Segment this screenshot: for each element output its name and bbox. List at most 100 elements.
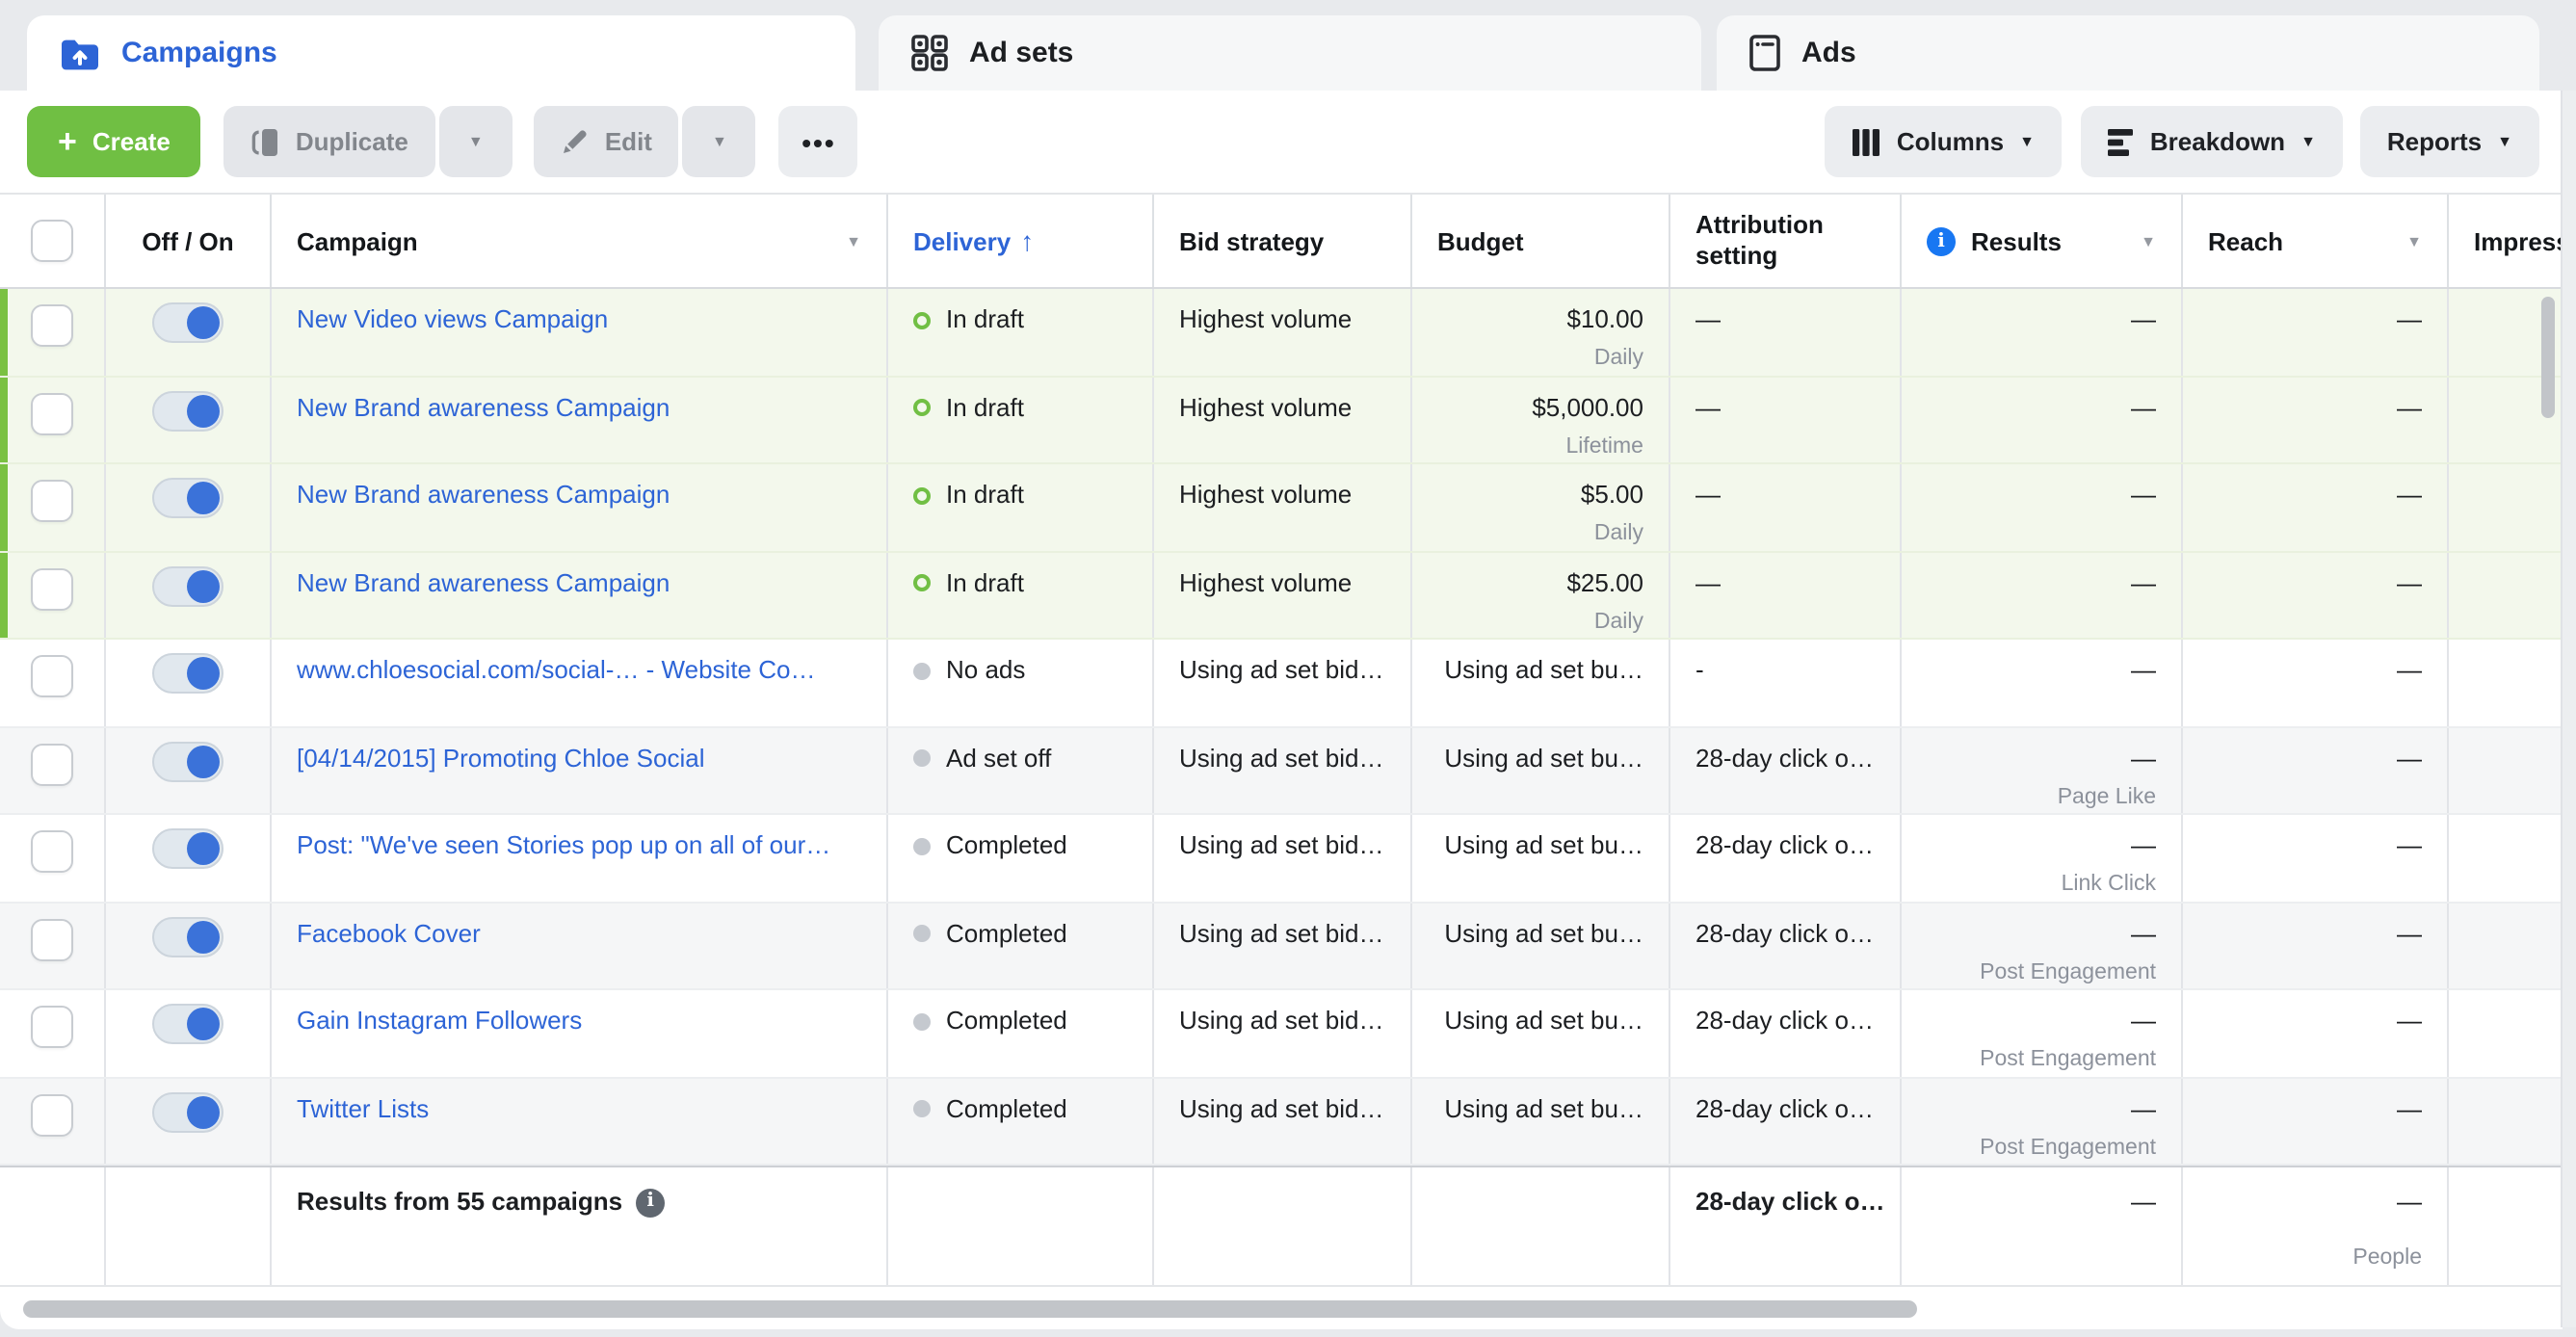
row-checkbox[interactable] (31, 392, 73, 434)
footer-attribution: 28-day click o… (1670, 1167, 1902, 1285)
info-icon (1927, 226, 1956, 255)
ellipsis-icon: ••• (802, 126, 836, 157)
campaign-cell: Post: "We've seen Stories pop up on all … (272, 815, 888, 901)
campaign-link[interactable]: New Brand awareness Campaign (297, 480, 670, 509)
campaign-on-off-toggle[interactable] (152, 302, 223, 343)
row-checkbox[interactable] (31, 1093, 73, 1136)
row-checkbox[interactable] (31, 830, 73, 873)
campaign-on-off-toggle[interactable] (152, 653, 223, 694)
row-toggle-cell (106, 289, 272, 375)
reports-button[interactable]: Reports (2359, 106, 2539, 177)
budget-cell: Using ad set bu… (1412, 727, 1670, 813)
footer-results: — (1902, 1167, 2183, 1285)
attribution-cell: 28-day click o… (1670, 727, 1902, 813)
column-header-campaign[interactable]: Campaign (272, 195, 888, 287)
impressions-cell (2449, 815, 2563, 901)
horizontal-scrollbar[interactable] (23, 1300, 1917, 1318)
select-all-checkbox[interactable] (31, 220, 73, 262)
bid-strategy-cell: Highest volume (1154, 377, 1412, 462)
row-checkbox[interactable] (31, 480, 73, 522)
impressions-cell (2449, 640, 2563, 725)
campaign-cell: New Brand awareness Campaign (272, 552, 888, 638)
campaign-on-off-toggle[interactable] (152, 828, 223, 869)
create-button[interactable]: Create (27, 106, 201, 177)
campaign-on-off-toggle[interactable] (152, 741, 223, 781)
delivery-status-icon (913, 1100, 931, 1117)
tab-ad-sets[interactable]: Ad sets (879, 15, 1701, 91)
columns-button-label: Columns (1896, 127, 2005, 156)
campaign-cell: [04/14/2015] Promoting Chloe Social (272, 727, 888, 813)
column-header-impressions[interactable]: Impressions (2449, 195, 2563, 287)
delivery-status-icon (913, 662, 931, 679)
duplicate-dropdown-button[interactable] (438, 106, 513, 177)
delivery-cell: In draft (888, 377, 1154, 462)
row-checkbox[interactable] (31, 918, 73, 960)
campaign-link[interactable]: Post: "We've seen Stories pop up on all … (297, 830, 830, 859)
campaign-on-off-toggle[interactable] (152, 390, 223, 431)
column-header-budget[interactable]: Budget (1412, 195, 1670, 287)
table-footer: Results from 55 campaigns 28-day click o… (0, 1166, 2563, 1285)
budget-cell: Using ad set bu… (1412, 640, 1670, 725)
campaign-link[interactable]: www.chloesocial.com/social-… - Website C… (297, 655, 815, 684)
info-icon[interactable] (636, 1188, 666, 1217)
bid-strategy-cell: Using ad set bid… (1154, 727, 1412, 813)
budget-cell: $10.00 Daily (1412, 289, 1670, 375)
duplicate-button[interactable]: Duplicate (223, 106, 435, 177)
chevron-down-icon (712, 134, 727, 149)
row-select-cell (0, 464, 106, 550)
tab-ads[interactable]: Ads (1717, 15, 2539, 91)
vertical-scrollbar[interactable] (2541, 297, 2555, 418)
campaign-link[interactable]: Gain Instagram Followers (297, 1006, 582, 1035)
delivery-status-text: Ad set off (946, 743, 1052, 772)
more-options-button[interactable]: ••• (778, 106, 858, 177)
row-checkbox[interactable] (31, 567, 73, 610)
campaign-on-off-toggle[interactable] (152, 1004, 223, 1044)
campaign-link[interactable]: Facebook Cover (297, 918, 481, 947)
toggle-knob (187, 1008, 220, 1040)
delivery-status-text: Completed (946, 830, 1067, 859)
attribution-cell: — (1670, 289, 1902, 375)
delivery-status-icon (913, 486, 931, 504)
row-checkbox[interactable] (31, 1006, 73, 1048)
row-checkbox[interactable] (31, 655, 73, 697)
campaign-on-off-toggle[interactable] (152, 478, 223, 518)
column-header-reach[interactable]: Reach (2183, 195, 2449, 287)
row-select-cell (0, 990, 106, 1076)
reach-cell: — (2183, 815, 2449, 901)
columns-button[interactable]: Columns (1825, 106, 2062, 177)
row-checkbox[interactable] (31, 304, 73, 347)
campaign-on-off-toggle[interactable] (152, 565, 223, 606)
column-header-attribution[interactable]: Attribution setting (1670, 195, 1902, 287)
tab-campaigns[interactable]: Campaigns (27, 15, 855, 91)
campaign-on-off-toggle[interactable] (152, 1091, 223, 1132)
campaign-on-off-toggle[interactable] (152, 916, 223, 957)
reach-cell: — (2183, 640, 2449, 725)
table-row: New Video views Campaign In draft Highest … (0, 289, 2563, 377)
bid-strategy-cell: Using ad set bid… (1154, 815, 1412, 901)
campaign-link[interactable]: New Brand awareness Campaign (297, 567, 670, 596)
results-cell: — Post Engagement (1902, 1078, 2183, 1164)
breakdown-button[interactable]: Breakdown (2080, 106, 2343, 177)
right-scrollbar-gutter (2561, 91, 2576, 1327)
reach-cell: — (2183, 289, 2449, 375)
column-header-bid-strategy[interactable]: Bid strategy (1154, 195, 1412, 287)
row-select-cell (0, 727, 106, 813)
toggle-knob (187, 569, 220, 602)
campaign-link[interactable]: [04/14/2015] Promoting Chloe Social (297, 743, 705, 772)
edit-dropdown-button[interactable] (682, 106, 756, 177)
delivery-cell: Completed (888, 990, 1154, 1076)
select-all-cell (0, 195, 106, 287)
campaign-link[interactable]: New Brand awareness Campaign (297, 392, 670, 421)
campaign-link[interactable]: Twitter Lists (297, 1093, 429, 1122)
breakdown-icon (2107, 128, 2135, 155)
campaign-link[interactable]: New Video views Campaign (297, 304, 608, 333)
edit-button[interactable]: Edit (533, 106, 679, 177)
results-cell: — Post Engagement (1902, 903, 2183, 988)
column-header-delivery[interactable]: Delivery ↑ (888, 195, 1154, 287)
bid-strategy-cell: Using ad set bid… (1154, 990, 1412, 1076)
footer-summary-cell: Results from 55 campaigns (272, 1167, 888, 1285)
column-header-results[interactable]: Results (1902, 195, 2183, 287)
table-row: Facebook Cover Completed Using ad set bid…… (0, 903, 2563, 990)
row-checkbox[interactable] (31, 743, 73, 785)
delivery-cell: Completed (888, 903, 1154, 988)
